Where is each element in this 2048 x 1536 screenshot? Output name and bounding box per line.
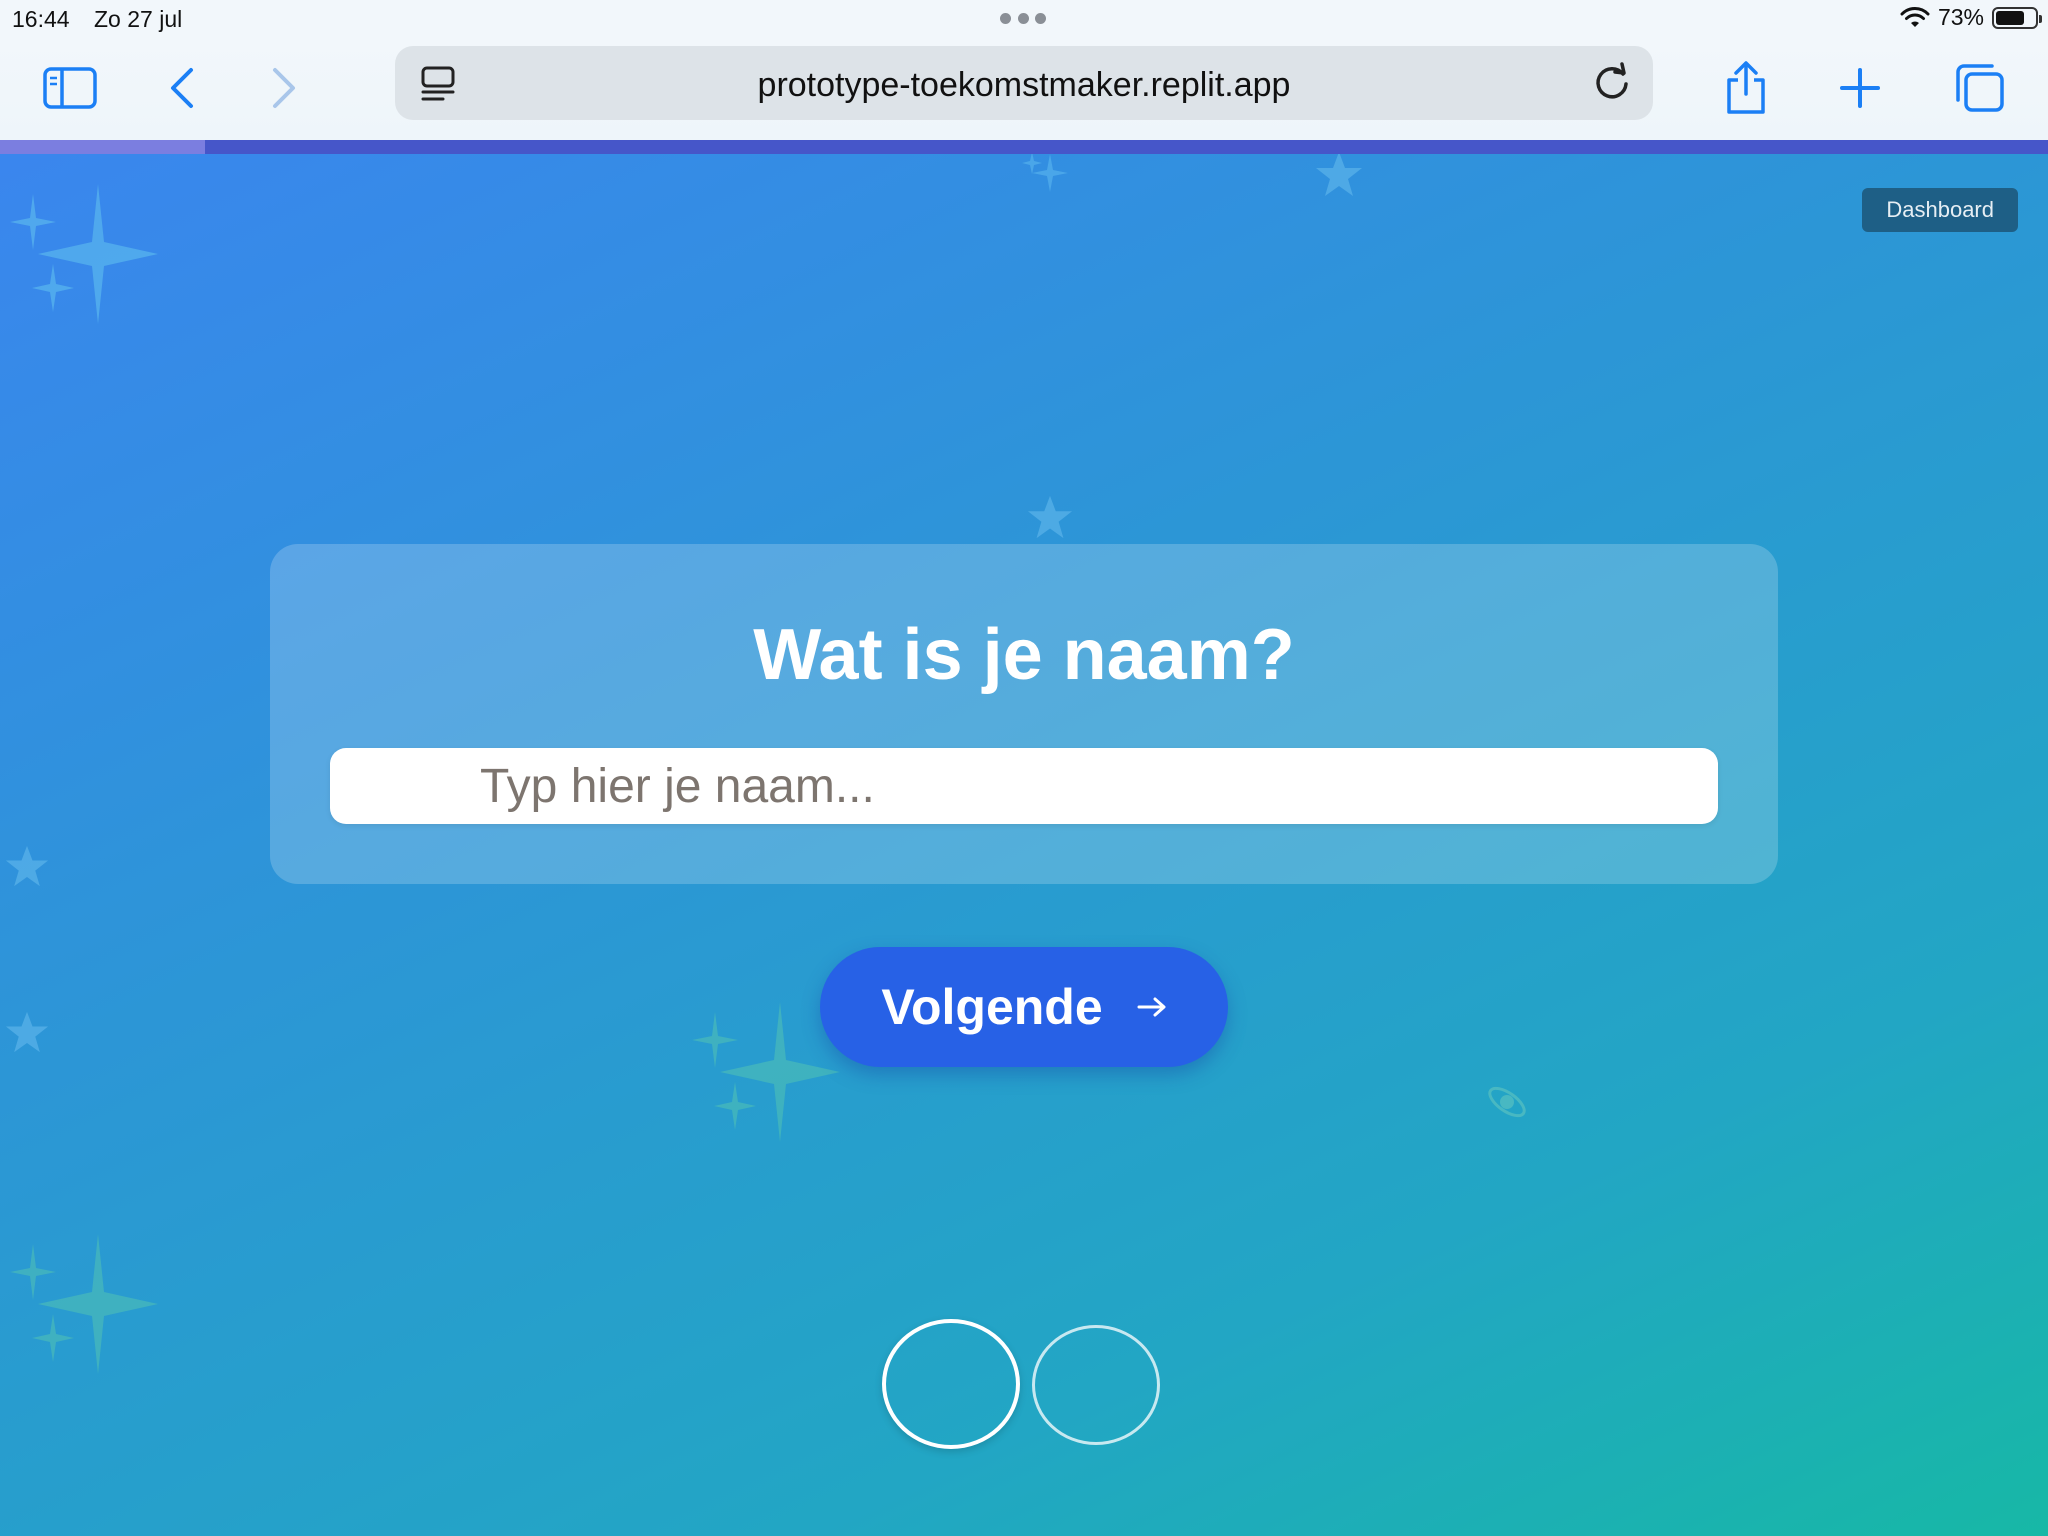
forward-icon[interactable] [254,58,314,118]
url-text[interactable]: prototype-toekomstmaker.replit.app [395,66,1653,105]
star-icon [5,845,49,887]
reload-icon[interactable] [1589,60,1635,106]
planet-icon [1488,1086,1526,1118]
battery-percentage: 73% [1937,4,1984,30]
tabs-icon[interactable] [1950,58,2010,118]
name-input[interactable] [330,748,1718,824]
page-title: Wat is je naam? [753,615,1295,695]
status-bar: 16:44 Zo 27 jul 73% [0,0,2048,38]
star-icon [1027,495,1073,539]
star-icon [1316,154,1362,196]
back-icon[interactable] [152,58,212,118]
address-bar[interactable]: prototype-toekomstmaker.replit.app [395,46,1653,120]
page-load-progress [0,140,2048,154]
app-page: Dashboard Wat is je naam? Volgende [0,154,2048,1536]
battery-icon [1992,6,2042,29]
status-time: 16:44 [12,6,70,32]
share-icon[interactable] [1716,58,1776,118]
new-tab-icon[interactable] [1830,58,1890,118]
step-indicator-2 [1032,1325,1160,1445]
sidebar-icon[interactable] [40,58,100,118]
step-indicator-1 [882,1319,1020,1449]
multitasking-dots-icon[interactable] [1000,10,1046,26]
arrow-right-icon [1137,997,1166,1017]
sparkles-icon [1022,154,1068,192]
status-right: 73% [1900,4,2042,31]
wifi-icon [1900,6,1930,27]
next-button-label: Volgende [881,979,1103,1035]
sparkles-icon [10,184,158,324]
sparkles-icon [692,1002,840,1142]
name-card: Wat is je naam? [270,544,1778,884]
star-icon [5,1011,49,1053]
browser-toolbar: prototype-toekomstmaker.replit.app [0,38,2048,140]
battery-level [1996,10,2024,25]
status-date: Zo 27 jul [94,6,183,32]
dashboard-button[interactable]: Dashboard [1862,188,2018,232]
sparkles-icon [10,1234,158,1374]
page-load-progress-fill [0,140,205,154]
next-button[interactable]: Volgende [820,947,1228,1067]
